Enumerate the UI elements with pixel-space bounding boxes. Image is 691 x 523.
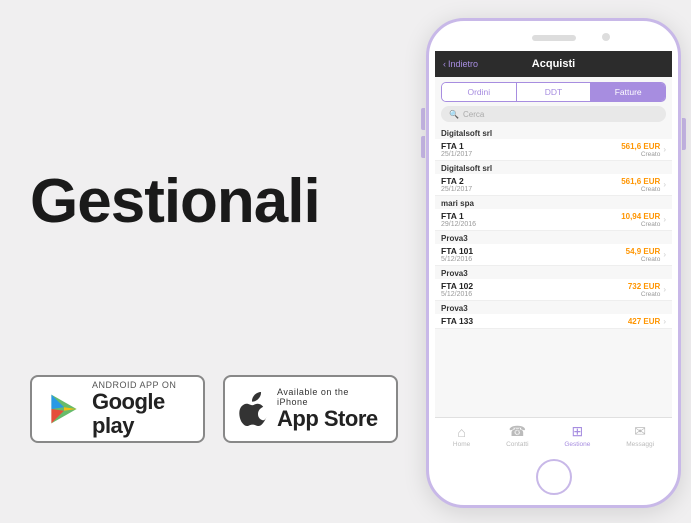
list-item[interactable]: FTA 1 29/12/2016 10,94 EUR Creato › — [435, 209, 672, 231]
google-play-badge[interactable]: ANDROID APP ON Google play — [30, 375, 205, 443]
item-info-3: FTA 1 29/12/2016 — [441, 211, 476, 228]
nav-bar: ‹ Indietro Acquisti — [435, 51, 672, 77]
group-header-4: Prova3 — [435, 231, 672, 244]
left-section: Gestionali ANDROID APP ON Google play — [0, 0, 420, 523]
phone-vol-up-button — [421, 108, 425, 130]
messages-icon: ✉ — [634, 423, 646, 440]
chevron-icon: › — [663, 250, 666, 259]
invoices-list: Digitalsoft srl FTA 1 25/1/2017 561,6 EU… — [435, 126, 672, 329]
phone-vol-down-button — [421, 136, 425, 158]
segment-ordini[interactable]: Ordini — [442, 83, 517, 101]
google-play-big-label: Google play — [92, 390, 189, 438]
item-info-6: FTA 133 — [441, 316, 473, 326]
segment-ddt[interactable]: DDT — [517, 83, 592, 101]
item-right-6: 427 EUR › — [628, 316, 666, 326]
tab-contatti[interactable]: ☎ Contatti — [506, 423, 528, 448]
phone-camera — [602, 33, 610, 41]
segment-fatture[interactable]: Fatture — [591, 83, 665, 101]
list-item[interactable]: FTA 133 427 EUR › — [435, 314, 672, 329]
phone-power-button — [682, 118, 686, 150]
tab-home[interactable]: ⌂ Home — [453, 424, 470, 448]
phone-home-button[interactable] — [536, 459, 572, 495]
segment-control: Ordini DDT Fatture — [441, 82, 666, 102]
item-info-1: FTA 1 25/1/2017 — [441, 141, 472, 158]
page-title: Gestionali — [30, 166, 320, 237]
phone-screen: ‹ Indietro Acquisti Ordini DDT Fatture — [435, 51, 672, 453]
tab-gestione[interactable]: ⊞ Gestione — [564, 423, 590, 448]
back-label: Indietro — [448, 59, 478, 69]
app-store-badge[interactable]: Available on the iPhone App Store — [223, 375, 398, 443]
tab-gestione-label: Gestione — [564, 441, 590, 448]
chevron-icon: › — [663, 145, 666, 154]
search-placeholder: Cerca — [463, 110, 484, 119]
item-right-5: 732 EUR Creato › — [628, 281, 666, 298]
item-info-5: FTA 102 5/12/2016 — [441, 281, 473, 298]
item-right-2: 561,6 EUR Creato › — [621, 176, 666, 193]
phone-mockup: ‹ Indietro Acquisti Ordini DDT Fatture — [426, 18, 681, 508]
nav-back-button[interactable]: ‹ Indietro — [443, 59, 478, 69]
tab-messaggi-label: Messaggi — [626, 441, 654, 448]
google-play-icon — [46, 391, 82, 427]
badges-row: ANDROID APP ON Google play Available on … — [30, 375, 398, 443]
list-item[interactable]: FTA 2 25/1/2017 561,6 EUR Creato › — [435, 174, 672, 196]
item-right-1: 561,6 EUR Creato › — [621, 141, 666, 158]
google-play-text: ANDROID APP ON Google play — [92, 380, 189, 438]
chevron-icon: › — [663, 317, 666, 326]
group-header-3: mari spa — [435, 196, 672, 209]
search-bar[interactable]: 🔍 Cerca — [441, 106, 666, 122]
search-icon: 🔍 — [449, 110, 459, 119]
app-store-text: Available on the iPhone App Store — [277, 387, 382, 431]
item-right-4: 54,9 EUR Creato › — [626, 246, 666, 263]
home-icon: ⌂ — [457, 424, 465, 440]
group-header-5: Prova3 — [435, 266, 672, 279]
list-item[interactable]: FTA 101 5/12/2016 54,9 EUR Creato › — [435, 244, 672, 266]
tab-home-label: Home — [453, 441, 470, 448]
tab-contatti-label: Contatti — [506, 441, 528, 448]
tab-bar: ⌂ Home ☎ Contatti ⊞ Gestione ✉ Messaggi — [435, 417, 672, 453]
list-item[interactable]: FTA 102 5/12/2016 732 EUR Creato › — [435, 279, 672, 301]
chevron-icon: › — [663, 285, 666, 294]
item-info-4: FTA 101 5/12/2016 — [441, 246, 473, 263]
chevron-icon: › — [663, 215, 666, 224]
group-header-2: Digitalsoft srl — [435, 161, 672, 174]
nav-title: Acquisti — [532, 58, 575, 70]
group-header-6: Prova3 — [435, 301, 672, 314]
phone-body: ‹ Indietro Acquisti Ordini DDT Fatture — [426, 18, 681, 508]
app-store-small-label: Available on the iPhone — [277, 387, 382, 407]
phone-speaker — [532, 35, 576, 41]
tab-messaggi[interactable]: ✉ Messaggi — [626, 423, 654, 448]
back-chevron-icon: ‹ — [443, 59, 446, 69]
contacts-icon: ☎ — [509, 423, 526, 440]
list-item[interactable]: FTA 1 25/1/2017 561,6 EUR Creato › — [435, 139, 672, 161]
app-store-big-label: App Store — [277, 407, 382, 431]
chevron-icon: › — [663, 180, 666, 189]
apple-icon — [239, 392, 267, 426]
item-right-3: 10,94 EUR Creato › — [621, 211, 666, 228]
group-header-1: Digitalsoft srl — [435, 126, 672, 139]
gestione-icon: ⊞ — [572, 423, 584, 440]
item-info-2: FTA 2 25/1/2017 — [441, 176, 472, 193]
